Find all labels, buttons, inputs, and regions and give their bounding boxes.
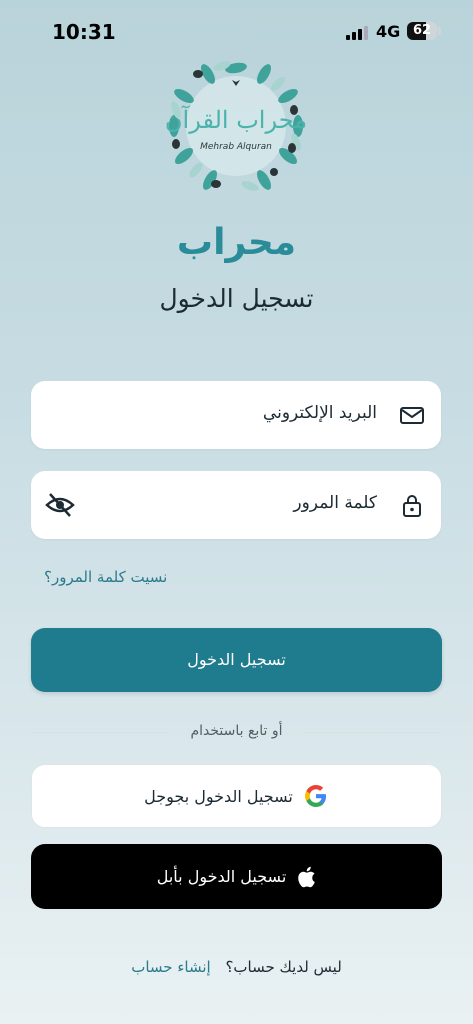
status-time: 10:31 (52, 20, 116, 44)
lock-icon (403, 495, 421, 517)
forgot-password-link[interactable]: نسيت كلمة المرور؟ (44, 568, 167, 586)
battery-level: 62 (412, 23, 432, 38)
battery-icon: 62 (407, 22, 437, 40)
signup-prompt: ليس لديك حساب؟ إنشاء حساب (0, 958, 473, 976)
signup-link[interactable]: إنشاء حساب (131, 958, 210, 976)
signup-question: ليس لديك حساب؟ (225, 958, 342, 976)
apple-icon (298, 866, 316, 887)
email-field[interactable]: البريد الإلكتروني (31, 381, 441, 449)
divider-text: أو تابع باستخدام (190, 723, 283, 739)
status-bar: 10:31 4G 62 (0, 0, 473, 62)
google-icon (304, 785, 326, 807)
password-field[interactable]: كلمة المرور (31, 471, 441, 539)
apple-login-label: تسجيل الدخول بأبل (156, 867, 287, 886)
password-placeholder: كلمة المرور (293, 493, 377, 513)
signal-icon (346, 26, 368, 40)
logo-latin-text: Mehrab Alquran (200, 142, 272, 152)
battery-tip (438, 27, 441, 35)
apple-login-button[interactable]: تسجيل الدخول بأبل (31, 844, 442, 909)
logo-arabic-text: محراب القرآن (164, 106, 308, 134)
mail-icon (400, 407, 424, 424)
app-title: محراب (176, 222, 297, 263)
login-button[interactable]: تسجيل الدخول (31, 628, 442, 692)
google-login-button[interactable]: تسجيل الدخول بجوجل (31, 764, 442, 828)
network-type: 4G (376, 22, 401, 41)
page-title: تسجيل الدخول (159, 284, 314, 313)
app-logo: محراب القرآن Mehrab Alquran (164, 56, 308, 196)
google-login-label: تسجيل الدخول بجوجل (144, 786, 293, 806)
email-placeholder: البريد الإلكتروني (262, 403, 377, 423)
eye-off-icon[interactable] (45, 491, 75, 519)
